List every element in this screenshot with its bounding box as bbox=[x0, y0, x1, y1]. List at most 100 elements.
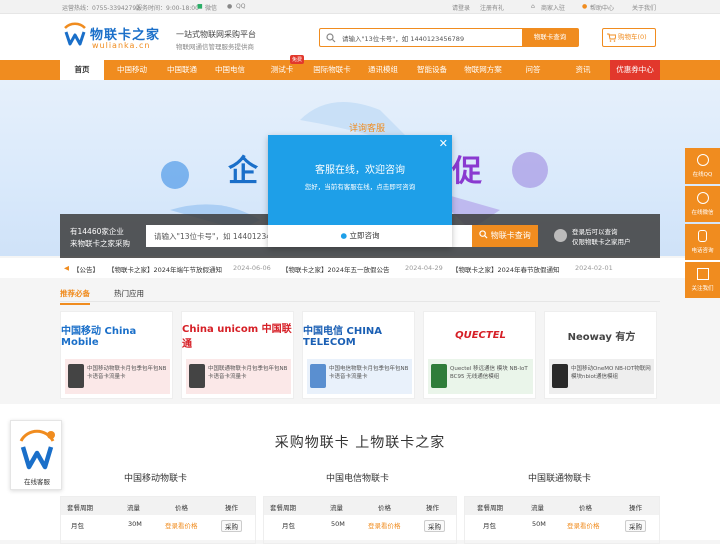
buy-button[interactable]: 采购 bbox=[221, 520, 242, 532]
speaker-icon: ◀ bbox=[64, 264, 69, 272]
cell-flow: 50M bbox=[331, 520, 345, 528]
user-avatar-icon bbox=[554, 229, 567, 242]
support-logo-icon bbox=[19, 429, 55, 470]
tab-recommended[interactable]: 推荐必备 bbox=[60, 288, 90, 305]
sidebar-item-qq[interactable]: 在线QQ bbox=[685, 148, 720, 184]
card-query-button[interactable]: 物联卡查询 bbox=[472, 225, 538, 247]
tab-popular-apps[interactable]: 热门应用 bbox=[114, 288, 144, 299]
help-link[interactable]: 帮助中心 bbox=[590, 3, 614, 12]
help-icon: ● bbox=[582, 3, 588, 10]
notice-date-1: 2024-06-06 bbox=[233, 264, 271, 272]
nav-item-intl-card[interactable]: 国际物联卡 bbox=[306, 60, 358, 80]
nav-item-news[interactable]: 资讯 bbox=[568, 60, 598, 80]
operator-title-unicom: 中国联通物联卡 bbox=[528, 474, 592, 484]
product-item[interactable]: 中国电信物联卡月包季包年包NB卡语音卡流量卡 bbox=[307, 359, 412, 394]
table-header: 套餐周期 流量 价格 操作 bbox=[465, 497, 659, 515]
wechat-link[interactable]: 微信 bbox=[205, 3, 217, 12]
nav-item-qa[interactable]: 问答 bbox=[518, 60, 548, 80]
col-flow: 流量 bbox=[330, 504, 343, 512]
product-item[interactable]: 中国移动物联卡月包季包年包NB卡语音卡流量卡 bbox=[65, 359, 170, 394]
cart-button[interactable]: 购物车(0) bbox=[602, 28, 656, 47]
register-link[interactable]: 注册有礼 bbox=[480, 3, 504, 12]
service-hours-text: 服务时间：9:00-18:00 bbox=[136, 5, 199, 12]
sidebar-item-phone[interactable]: 电话咨询 bbox=[685, 224, 720, 260]
cart-label: 购物车(0) bbox=[618, 33, 647, 41]
product-tabs: 推荐必备 热门应用 bbox=[60, 284, 660, 305]
buy-button[interactable]: 采购 bbox=[424, 520, 445, 532]
home-icon: ⌂ bbox=[531, 3, 535, 10]
notice-date-3: 2024-02-01 bbox=[575, 264, 613, 272]
popup-subtitle: 您好，当前有客服在线，点击即可咨询 bbox=[304, 183, 416, 191]
nav-item-china-telecom[interactable]: 中国电信 bbox=[208, 60, 252, 80]
header: 物联卡之家 wulianka.cn 一站式物联网采购平台 物联网通信管理服务提供… bbox=[0, 14, 720, 60]
nav-item-solutions[interactable]: 物联网方案 bbox=[458, 60, 508, 80]
product-item[interactable]: Quectel 移远通信 模块 NB-IoT BC95 无线通信模组 bbox=[428, 359, 533, 394]
brand-card-china-unicom[interactable]: China unicom 中国联通 中国联通物联卡月包季包年包NB卡语音卡流量卡 bbox=[181, 311, 294, 399]
plan-table-telecom: 套餐周期 流量 价格 操作 月包 50M 登录看价格 采购 bbox=[263, 496, 457, 544]
sidebar-item-wechat[interactable]: 在线微信 bbox=[685, 186, 720, 222]
online-service-widget[interactable]: 在线客服 bbox=[10, 420, 62, 490]
cell-cycle: 月包 bbox=[282, 522, 295, 530]
brand-logo-quectel: QUECTEL bbox=[455, 329, 506, 341]
seller-link[interactable]: 商家入驻 bbox=[541, 3, 565, 12]
notice-label: 【公告】 bbox=[73, 266, 99, 274]
table-row: 月包 50M 登录看价格 采购 bbox=[264, 515, 456, 533]
about-link[interactable]: 关于我们 bbox=[632, 3, 656, 12]
cell-cycle: 月包 bbox=[71, 522, 84, 530]
qq-icon[interactable]: ● bbox=[227, 3, 232, 10]
brand-logo-neoway: Neoway 有方 bbox=[567, 331, 636, 343]
sim-card-icon bbox=[189, 364, 205, 388]
consult-now-label: 立即咨询 bbox=[349, 231, 380, 240]
nav-item-home[interactable]: 首页 bbox=[60, 60, 104, 80]
purchase-section: 采购物联卡 上物联卡之家 中国移动物联卡 中国电信物联卡 中国联通物联卡 套餐周… bbox=[0, 404, 720, 544]
nav-item-devices[interactable]: 智能设备 bbox=[410, 60, 454, 80]
brand-card-quectel[interactable]: QUECTEL Quectel 移远通信 模块 NB-IoT BC95 无线通信… bbox=[423, 311, 536, 399]
brand-card-neoway[interactable]: Neoway 有方 中国移动OneMO NB-IOT物联网模块nbiot通信模组 bbox=[544, 311, 657, 399]
product-item[interactable]: 中国移动OneMO NB-IOT物联网模块nbiot通信模组 bbox=[549, 359, 654, 394]
brand-card-china-mobile[interactable]: 中国移动 China Mobile 中国移动物联卡月包季包年包NB卡语音卡流量卡 bbox=[60, 311, 173, 399]
notice-link-3[interactable]: 【物联卡之家】2024年春节放假通知 bbox=[452, 264, 560, 274]
members-only-text: 仅限物联卡之家用户 bbox=[572, 238, 631, 246]
nav-item-coupons[interactable]: 优惠券中心 bbox=[610, 60, 660, 80]
col-price: 价格 bbox=[579, 504, 592, 512]
brand-card-china-telecom[interactable]: 中国电信 CHINA TELECOM 中国电信物联卡月包季包年包NB卡语音卡流量… bbox=[302, 311, 415, 399]
search-input[interactable]: 请输入"13位卡号"，如 1440123456789 bbox=[342, 33, 464, 43]
main-nav: 首页 中国移动 中国联通 中国电信 测试卡 国际物联卡 通讯模组 智能设备 物联… bbox=[0, 60, 720, 80]
close-icon[interactable]: ✕ bbox=[439, 137, 448, 150]
buy-button[interactable]: 采购 bbox=[625, 520, 646, 532]
table-header: 套餐周期 流量 价格 操作 bbox=[264, 497, 456, 515]
cell-flow: 50M bbox=[532, 520, 546, 528]
brand-logo-china-telecom: 中国电信 CHINA TELECOM bbox=[303, 326, 383, 348]
sidebar-label: 电话咨询 bbox=[691, 248, 714, 254]
notice-link-1[interactable]: 【物联卡之家】2024年端午节放假通知 bbox=[108, 264, 222, 274]
product-text: 中国移动OneMO NB-IOT物联网模块nbiot通信模组 bbox=[571, 366, 651, 380]
login-hint-text: 登录后可以查询 bbox=[572, 228, 618, 236]
search-button[interactable]: 物联卡查询 bbox=[522, 29, 578, 46]
banner-detail-tag: 详询客服 bbox=[349, 124, 386, 134]
sidebar-label: 在线微信 bbox=[691, 210, 714, 216]
notice-link-2[interactable]: 【物联卡之家】2024年五一放假公告 bbox=[282, 264, 390, 274]
login-price-link[interactable]: 登录看价格 bbox=[165, 520, 198, 530]
operator-title-telecom: 中国电信物联卡 bbox=[326, 474, 390, 484]
wechat-icon[interactable]: ■ bbox=[197, 3, 203, 10]
top-info-bar: 运营热线：0755-33942792 服务时间：9:00-18:00 ■ 微信 … bbox=[0, 0, 720, 14]
col-op: 操作 bbox=[225, 504, 238, 512]
support-popup: ✕ 客服在线，欢迎咨询 您好，当前有客服在线，点击即可咨询 ● 立即咨询 bbox=[268, 135, 452, 247]
brand-cards: 中国移动 China Mobile 中国移动物联卡月包季包年包NB卡语音卡流量卡… bbox=[60, 311, 660, 399]
login-price-link[interactable]: 登录看价格 bbox=[368, 520, 401, 530]
col-op: 操作 bbox=[426, 504, 439, 512]
online-service-label: 在线客服 bbox=[24, 478, 50, 486]
plan-table-unicom: 套餐周期 流量 价格 操作 月包 50M 登录看价格 采购 bbox=[464, 496, 660, 544]
qq-link[interactable]: QQ bbox=[236, 3, 245, 10]
logo-icon[interactable] bbox=[62, 22, 88, 48]
sidebar-item-follow[interactable]: 关注我们 bbox=[685, 262, 720, 298]
product-item[interactable]: 中国联通物联卡月包季包年包NB卡语音卡流量卡 bbox=[186, 359, 291, 394]
login-price-link[interactable]: 登录看价格 bbox=[567, 520, 600, 530]
card-query-button-label: 物联卡查询 bbox=[490, 231, 531, 240]
consult-now-button[interactable]: ● 立即咨询 bbox=[268, 225, 452, 247]
login-link[interactable]: 请登录 bbox=[452, 3, 470, 12]
nav-item-china-unicom[interactable]: 中国联通 bbox=[160, 60, 204, 80]
nav-item-china-mobile[interactable]: 中国移动 bbox=[110, 60, 154, 80]
nav-item-modules[interactable]: 通讯模组 bbox=[362, 60, 404, 80]
wechat-icon bbox=[697, 192, 709, 204]
